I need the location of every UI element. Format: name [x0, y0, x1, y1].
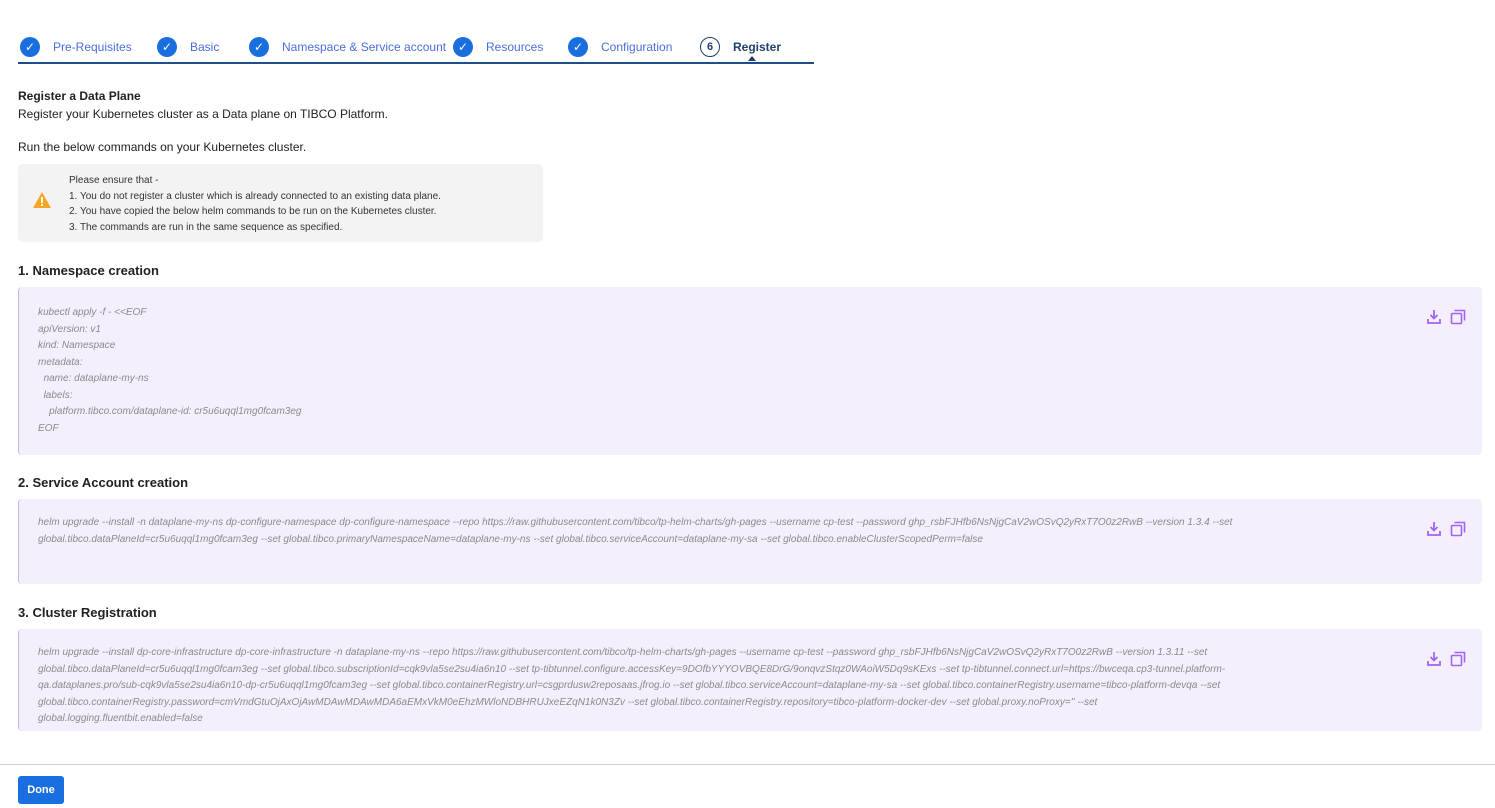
- copy-icon[interactable]: [1450, 309, 1466, 328]
- code-text: kubectl apply -f - <<EOF apiVersion: v1 …: [38, 307, 302, 434]
- alert-item: 3. The commands are run in the same sequ…: [69, 221, 343, 233]
- section-title-service-account: 2. Service Account creation: [18, 475, 189, 490]
- instruction-text: Run the below commands on your Kubernete…: [18, 140, 307, 154]
- step-pre-requisites[interactable]: ✓ Pre-Requisites: [18, 36, 155, 58]
- page-subtitle: Register your Kubernetes cluster as a Da…: [18, 107, 388, 121]
- code-text: helm upgrade --install -n dataplane-my-n…: [38, 517, 1236, 545]
- page-title: Register a Data Plane: [18, 89, 141, 103]
- download-icon[interactable]: [1426, 651, 1442, 670]
- download-icon[interactable]: [1426, 521, 1442, 540]
- done-button[interactable]: Done: [18, 776, 64, 804]
- section-title-namespace: 1. Namespace creation: [18, 263, 159, 278]
- section-title-cluster-registration: 3. Cluster Registration: [18, 605, 157, 620]
- warning-icon: [33, 192, 51, 208]
- check-icon: ✓: [249, 37, 269, 57]
- step-basic[interactable]: ✓ Basic: [155, 36, 247, 58]
- step-namespace-service-account[interactable]: ✓ Namespace & Service account: [247, 36, 451, 58]
- alert-heading: Please ensure that -: [69, 175, 159, 186]
- footer-divider: [0, 764, 1495, 765]
- download-icon[interactable]: [1426, 309, 1442, 328]
- check-icon: ✓: [568, 37, 588, 57]
- code-text: helm upgrade --install dp-core-infrastru…: [38, 647, 1226, 724]
- alert-item: 1. You do not register a cluster which i…: [69, 190, 441, 202]
- active-step-indicator: [748, 56, 756, 61]
- copy-icon[interactable]: [1450, 521, 1466, 540]
- code-block-cluster-registration: helm upgrade --install dp-core-infrastru…: [18, 629, 1482, 731]
- warning-alert: Please ensure that - 1. You do not regis…: [18, 164, 543, 242]
- check-icon: ✓: [157, 37, 177, 57]
- code-block-namespace: kubectl apply -f - <<EOF apiVersion: v1 …: [18, 287, 1482, 455]
- code-block-service-account: helm upgrade --install -n dataplane-my-n…: [18, 499, 1482, 584]
- check-icon: ✓: [453, 37, 473, 57]
- alert-item: 2. You have copied the below helm comman…: [69, 206, 437, 217]
- copy-icon[interactable]: [1450, 651, 1466, 670]
- check-icon: ✓: [20, 37, 40, 57]
- wizard-stepper: ✓ Pre-Requisites ✓ Basic ✓ Namespace & Serv…: [18, 36, 814, 64]
- step-configuration[interactable]: ✓ Configuration: [566, 36, 698, 58]
- step-resources[interactable]: ✓ Resources: [451, 36, 566, 58]
- step-register[interactable]: 6 Register: [698, 36, 781, 61]
